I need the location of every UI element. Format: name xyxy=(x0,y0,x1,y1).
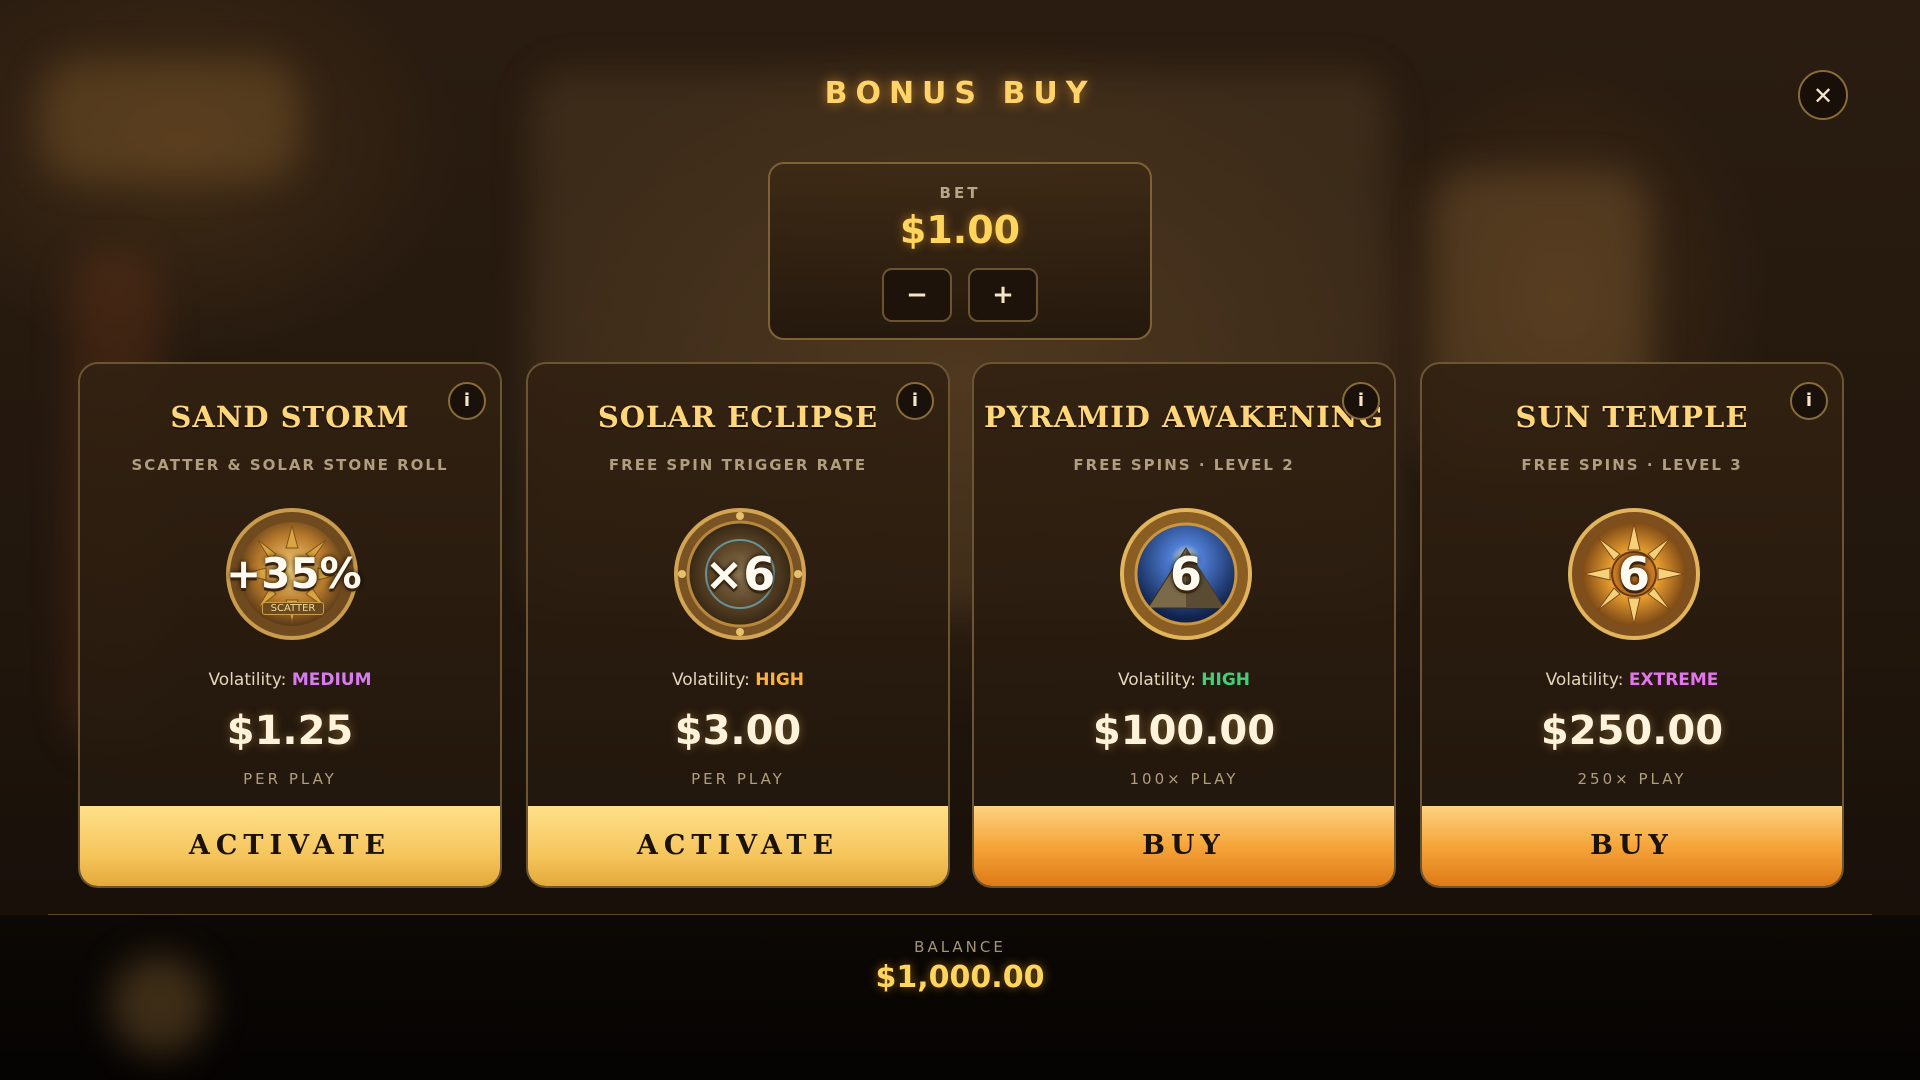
activate-button[interactable]: ACTIVATE xyxy=(80,806,500,886)
info-button[interactable]: i xyxy=(448,382,486,420)
activate-button[interactable]: ACTIVATE xyxy=(528,806,948,886)
bet-value: $1.00 xyxy=(899,208,1021,252)
sun-scatter-medal-icon: +35% SCATTER xyxy=(226,508,362,640)
bonus-card-pyramid-awakening: i PYRAMID AWAKENING FREE SPINS · LEVEL 2… xyxy=(972,362,1396,888)
info-button[interactable]: i xyxy=(1342,382,1380,420)
volatility-line: Volatility: HIGH xyxy=(528,670,948,690)
info-icon: i xyxy=(911,390,919,411)
info-icon: i xyxy=(1805,390,1813,411)
bonus-buy-screen: BONUS BUY ✕ BET $1.00 − + i SAND STORM S… xyxy=(0,0,1920,1080)
card-subtitle: FREE SPINS · LEVEL 2 xyxy=(1073,456,1295,474)
card-subtitle: FREE SPINS · LEVEL 3 xyxy=(1521,456,1743,474)
card-title: PYRAMID AWAKENING xyxy=(984,400,1384,434)
volatility-label: Volatility: xyxy=(208,670,287,690)
card-price: $100.00 xyxy=(1092,708,1276,754)
price-note: PER PLAY xyxy=(691,770,785,788)
card-price: $3.00 xyxy=(674,708,802,754)
medal-value: +35% xyxy=(226,549,362,598)
volatility-line: Volatility: EXTREME xyxy=(1422,670,1842,690)
volatility-value: EXTREME xyxy=(1628,670,1719,690)
volatility-value: HIGH xyxy=(755,670,805,690)
volatility-value: MEDIUM xyxy=(291,670,372,690)
sun-temple-medal-icon: 6 xyxy=(1568,508,1700,640)
card-price: $250.00 xyxy=(1540,708,1724,754)
plus-icon: + xyxy=(992,280,1014,310)
price-note: PER PLAY xyxy=(243,770,337,788)
pyramid-medal-icon: 6 xyxy=(1120,508,1252,640)
close-button[interactable]: ✕ xyxy=(1798,70,1848,120)
info-button[interactable]: i xyxy=(1790,382,1828,420)
minus-icon: − xyxy=(906,280,928,310)
eclipse-compass-medal-icon: ×6 xyxy=(674,508,806,640)
volatility-line: Volatility: MEDIUM xyxy=(80,670,500,690)
info-button[interactable]: i xyxy=(896,382,934,420)
balance-label: BALANCE xyxy=(914,938,1006,956)
bonus-card-sand-storm: i SAND STORM SCATTER & SOLAR STONE ROLL xyxy=(78,362,502,888)
volatility-value: HIGH xyxy=(1201,670,1251,690)
bet-panel: BET $1.00 − + xyxy=(768,162,1152,340)
price-note: 100× PLAY xyxy=(1129,770,1239,788)
card-title: SAND STORM xyxy=(170,400,410,434)
medal-value: 6 xyxy=(1617,547,1650,601)
close-icon: ✕ xyxy=(1812,82,1834,110)
card-title: SOLAR ECLIPSE xyxy=(597,400,879,434)
decrease-bet-button[interactable]: − xyxy=(882,268,952,322)
volatility-label: Volatility: xyxy=(1117,670,1196,690)
volatility-label: Volatility: xyxy=(1545,670,1624,690)
bet-label: BET xyxy=(939,184,981,202)
buy-button[interactable]: BUY xyxy=(1422,806,1842,886)
increase-bet-button[interactable]: + xyxy=(968,268,1038,322)
balance-value: $1,000.00 xyxy=(875,960,1045,995)
info-icon: i xyxy=(1357,390,1365,411)
bonus-card-sun-temple: i SUN TEMPLE FREE SPINS · LEVEL 3 6 Vola… xyxy=(1420,362,1844,888)
bonus-card-solar-eclipse: i SOLAR ECLIPSE FREE SPIN TRIGGER RATE ×… xyxy=(526,362,950,888)
medal-value: 6 xyxy=(1169,547,1202,601)
card-title: SUN TEMPLE xyxy=(1515,400,1749,434)
volatility-line: Volatility: HIGH xyxy=(974,670,1394,690)
volatility-label: Volatility: xyxy=(671,670,750,690)
card-price: $1.25 xyxy=(226,708,354,754)
buy-button[interactable]: BUY xyxy=(974,806,1394,886)
info-icon: i xyxy=(463,390,471,411)
medal-scatter-label: SCATTER xyxy=(262,602,324,615)
card-subtitle: SCATTER & SOLAR STONE ROLL xyxy=(131,456,449,474)
price-note: 250× PLAY xyxy=(1577,770,1687,788)
medal-value: ×6 xyxy=(704,547,776,601)
page-title: BONUS BUY xyxy=(824,76,1096,111)
card-subtitle: FREE SPIN TRIGGER RATE xyxy=(608,456,868,474)
